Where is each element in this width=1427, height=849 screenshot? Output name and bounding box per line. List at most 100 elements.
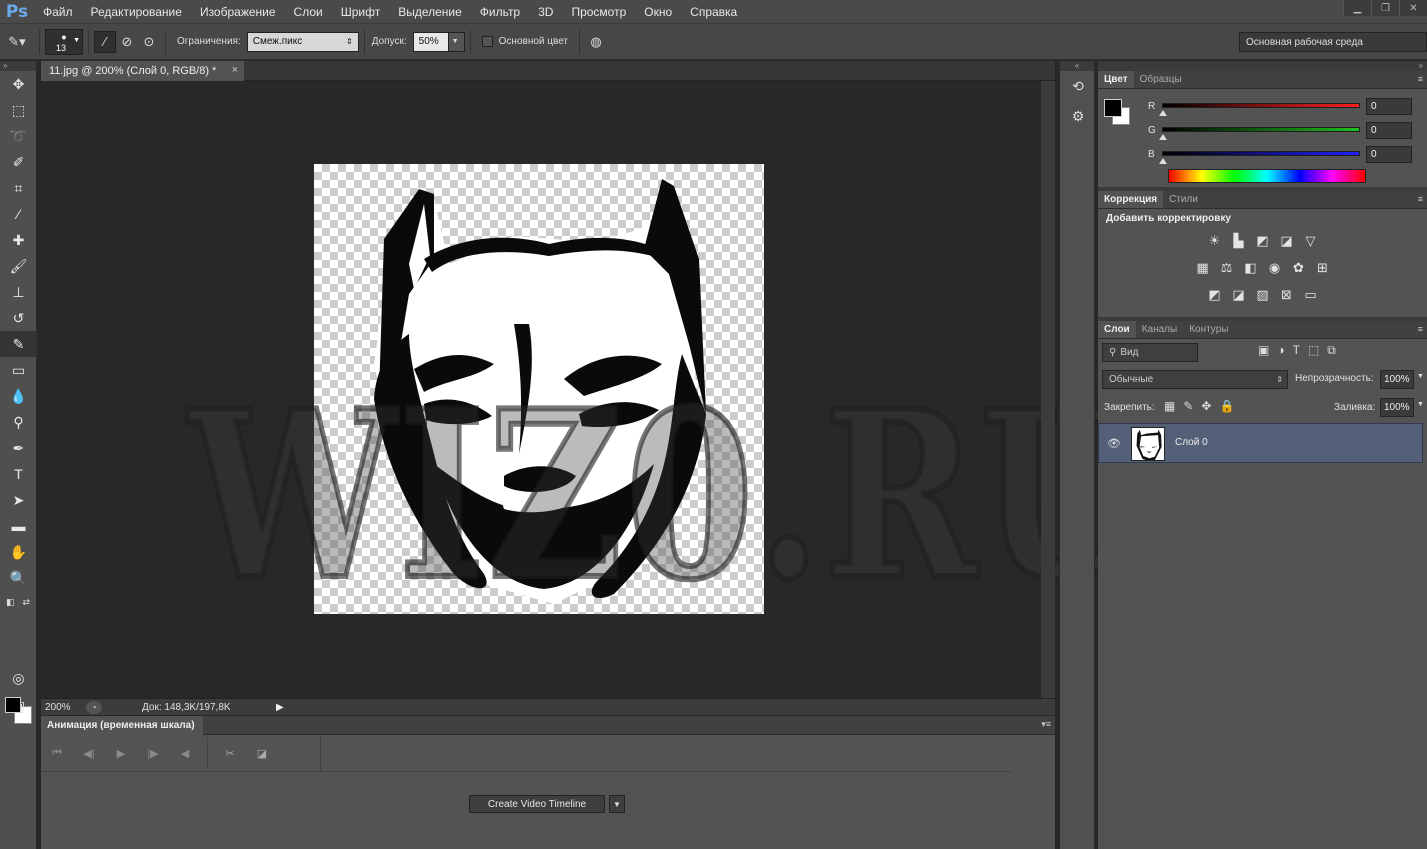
marquee-tool-icon[interactable]: ⬚ <box>0 97 37 123</box>
red-slider[interactable] <box>1162 103 1360 108</box>
toolbar-collapse[interactable]: » <box>0 61 36 71</box>
lock-transparent-icon[interactable]: ▦ <box>1164 399 1175 413</box>
eyedropper-tool-icon[interactable]: ⁄ <box>0 201 37 227</box>
zoom-level[interactable]: 200% <box>41 702 86 713</box>
hue-saturation-icon[interactable]: ▦ <box>1194 259 1212 277</box>
tab-channels[interactable]: Каналы <box>1136 321 1184 338</box>
menu-edit[interactable]: Редактирование <box>82 0 191 24</box>
default-colors-icon[interactable]: ◧ <box>6 597 15 608</box>
green-thumb[interactable] <box>1159 134 1167 140</box>
stamp-tool-icon[interactable]: ⊥ <box>0 279 37 305</box>
tablet-pressure-icon[interactable]: ◍ <box>585 31 607 53</box>
menu-window[interactable]: Окно <box>635 0 681 24</box>
close-icon[interactable]: × <box>232 64 238 76</box>
exposure-icon[interactable]: ◪ <box>1278 232 1296 250</box>
play-arrow-icon[interactable]: ▶ <box>276 702 284 713</box>
menu-file[interactable]: Файл <box>34 0 82 24</box>
image-canvas[interactable] <box>314 164 764 614</box>
foreground-color-swatch[interactable] <box>5 697 21 713</box>
chevron-down-icon[interactable]: ▼ <box>1417 401 1424 408</box>
black-white-icon[interactable]: ◧ <box>1242 259 1260 277</box>
filter-type-icon[interactable]: T <box>1293 343 1300 358</box>
channel-mixer-icon[interactable]: ✿ <box>1290 259 1308 277</box>
limits-select[interactable]: Смеж.пикс ⇕ <box>246 31 359 52</box>
magic-eraser-preset-icon[interactable]: ✎▾ <box>0 31 34 53</box>
pen-tool-icon[interactable]: ✒ <box>0 435 37 461</box>
filter-adjustment-icon[interactable]: ◑ <box>1277 343 1284 358</box>
vibrance-icon[interactable]: ▽ <box>1302 232 1320 250</box>
fill-input[interactable]: 100% <box>1380 398 1414 417</box>
workspace-select[interactable]: Основная рабочая среда <box>1239 32 1427 52</box>
play-icon[interactable]: ▶ <box>105 747 137 760</box>
swap-colors-icon[interactable]: ⇄ <box>22 597 30 608</box>
close-icon[interactable]: ✕ <box>1399 0 1427 16</box>
gradient-tool-icon[interactable]: ▭ <box>0 357 37 383</box>
red-value[interactable]: 0 <box>1366 98 1412 115</box>
green-slider[interactable] <box>1162 127 1360 132</box>
blur-tool-icon[interactable]: 💧 <box>0 383 37 409</box>
menu-view[interactable]: Просмотр <box>562 0 635 24</box>
main-color-checkbox[interactable] <box>481 36 493 47</box>
brush-size-picker[interactable]: ● 13 ▼ <box>45 28 83 55</box>
selective-color-icon[interactable]: ⊠ <box>1278 286 1296 304</box>
panels-collapse[interactable]: » <box>1098 61 1427 71</box>
blue-thumb[interactable] <box>1159 158 1167 164</box>
strip-collapse[interactable]: « <box>1060 61 1094 71</box>
split-icon[interactable]: ✂ <box>214 747 246 760</box>
canvas-area[interactable]: WIZ0.RU <box>41 81 1143 698</box>
lock-position-icon[interactable]: ✥ <box>1201 399 1211 413</box>
red-thumb[interactable] <box>1159 110 1167 116</box>
blue-slider[interactable] <box>1162 151 1360 156</box>
brush-tool-icon[interactable]: 🖌 <box>0 253 37 279</box>
tolerance-dropdown[interactable]: ▼ <box>448 31 465 52</box>
type-tool-icon[interactable]: T <box>0 461 37 487</box>
green-value[interactable]: 0 <box>1366 122 1412 139</box>
chevron-down-icon[interactable]: ▼ <box>1417 373 1424 380</box>
quick-mask-icon[interactable]: ◎ <box>0 665 37 691</box>
minimize-icon[interactable]: ▁ <box>1343 0 1371 16</box>
menu-type[interactable]: Шрифт <box>332 0 389 24</box>
menu-layer[interactable]: Слои <box>285 0 332 24</box>
panel-menu-icon[interactable]: ≡ <box>1418 194 1423 204</box>
eye-icon[interactable]: 👁 <box>1107 437 1121 450</box>
opacity-input[interactable]: 100% <box>1380 370 1414 389</box>
menu-image[interactable]: Изображение <box>191 0 285 24</box>
menu-select[interactable]: Выделение <box>389 0 471 24</box>
posterize-icon[interactable]: ◪ <box>1230 286 1248 304</box>
threshold-icon[interactable]: ▨ <box>1254 286 1272 304</box>
tab-styles[interactable]: Стили <box>1163 191 1204 208</box>
next-frame-icon[interactable]: |▶ <box>137 747 169 760</box>
hand-tool-icon[interactable]: ✋ <box>0 539 37 565</box>
eraser-tool-icon[interactable]: ✎ <box>0 331 37 357</box>
panel-menu-icon[interactable]: ▾≡ <box>1041 719 1051 730</box>
lock-all-icon[interactable]: 🔒 <box>1219 399 1234 413</box>
menu-help[interactable]: Справка <box>681 0 746 24</box>
layer-row[interactable]: 👁 Слой 0 <box>1098 423 1423 463</box>
menu-filter[interactable]: Фильтр <box>471 0 529 24</box>
color-spectrum[interactable] <box>1168 169 1366 183</box>
audio-icon[interactable]: ◀ <box>169 747 201 760</box>
transition-icon[interactable]: ◪ <box>246 747 278 760</box>
sample-continuous-icon[interactable]: ⊘ <box>116 31 138 53</box>
properties-icon[interactable]: ⚙ <box>1060 101 1096 131</box>
tab-adjustments[interactable]: Коррекция <box>1098 191 1164 208</box>
document-tab[interactable]: 11.jpg @ 200% (Слой 0, RGB/8) * × <box>41 61 244 81</box>
color-lookup-icon[interactable]: ⊞ <box>1314 259 1332 277</box>
tab-paths[interactable]: Контуры <box>1183 321 1234 338</box>
panel-menu-icon[interactable]: ≡ <box>1418 324 1423 334</box>
gradient-map-icon[interactable]: ▭ <box>1302 286 1320 304</box>
lasso-tool-icon[interactable]: ➰ <box>0 123 37 149</box>
tab-layers[interactable]: Слои <box>1098 321 1136 338</box>
panel-menu-icon[interactable]: ≡ <box>1418 74 1423 84</box>
filter-pixel-icon[interactable]: ▣ <box>1258 343 1269 358</box>
healing-tool-icon[interactable]: ✚ <box>0 227 37 253</box>
shape-tool-icon[interactable]: ▬ <box>0 513 37 539</box>
restore-icon[interactable]: ❐ <box>1371 0 1399 16</box>
color-balance-icon[interactable]: ⚖ <box>1218 259 1236 277</box>
timeline-tab[interactable]: Анимация (временная шкала) <box>41 716 203 735</box>
blue-value[interactable]: 0 <box>1366 146 1412 163</box>
first-frame-icon[interactable]: ⏮ <box>41 747 73 760</box>
blend-mode-select[interactable]: Обычные ⇕ <box>1102 370 1288 389</box>
lock-pixels-icon[interactable]: ✎ <box>1183 399 1193 413</box>
path-select-tool-icon[interactable]: ➤ <box>0 487 37 513</box>
